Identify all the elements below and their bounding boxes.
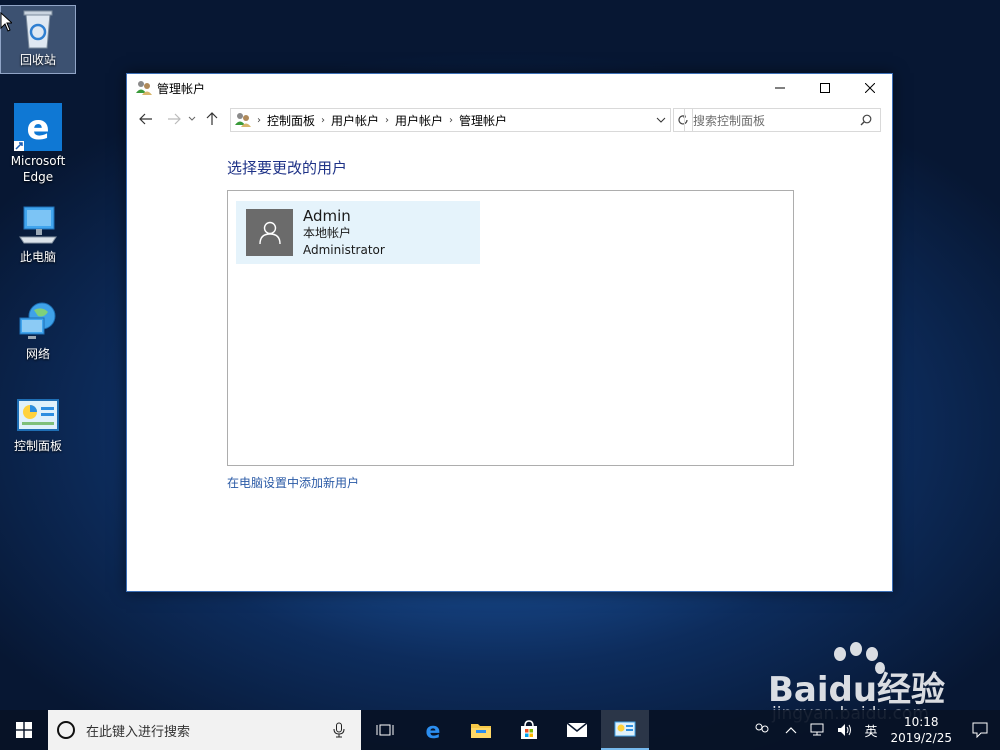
navigation-bar: › 控制面板 › 用户帐户 › 用户帐户 › 管理帐户 搜索控制面板 — [127, 102, 892, 136]
avatar — [246, 209, 293, 256]
network-status-icon[interactable] — [809, 723, 825, 737]
address-bar[interactable]: › 控制面板 › 用户帐户 › 用户帐户 › 管理帐户 — [230, 108, 671, 132]
back-arrow-icon — [139, 113, 152, 125]
maximize-icon — [819, 83, 830, 93]
store-icon — [521, 720, 537, 739]
desktop-icon-control-panel[interactable]: 控制面板 — [0, 398, 76, 454]
notification-icon — [972, 722, 988, 738]
breadcrumb-manage-accounts[interactable]: 管理帐户 — [459, 112, 507, 129]
breadcrumb-separator-icon[interactable]: › — [449, 115, 453, 126]
breadcrumb-user-accounts-2[interactable]: 用户帐户 — [395, 112, 443, 129]
user-list: Admin 本地帐户 Administrator — [227, 190, 794, 466]
forward-arrow-icon — [168, 113, 181, 125]
minimize-button[interactable] — [757, 74, 802, 102]
system-tray: 英 10:18 2019/2/25 — [753, 710, 1000, 750]
search-icon[interactable] — [860, 114, 872, 126]
taskbar-store[interactable] — [505, 710, 553, 750]
chevron-down-icon — [656, 117, 666, 123]
window-title: 管理帐户 — [157, 81, 206, 96]
back-button[interactable] — [135, 108, 157, 130]
action-center-button[interactable] — [960, 710, 1000, 750]
desktop-icon-edge[interactable]: e Microsoft Edge — [0, 103, 76, 185]
volume-icon[interactable] — [837, 723, 853, 737]
user-icon — [258, 221, 281, 244]
desktop-icon-network[interactable]: 网络 — [0, 300, 76, 362]
desktop-icon-label: Microsoft Edge — [10, 154, 66, 184]
chevron-down-icon — [188, 116, 196, 121]
desktop-icon-label: 网络 — [25, 347, 50, 361]
minimize-icon — [774, 87, 785, 89]
search-box[interactable]: 搜索控制面板 — [684, 108, 881, 132]
computer-icon — [19, 206, 57, 244]
edge-icon: e — [14, 103, 62, 151]
cortana-icon — [57, 721, 75, 739]
clock[interactable]: 10:18 2019/2/25 — [890, 714, 952, 746]
show-hidden-icons-icon[interactable] — [785, 726, 797, 734]
up-arrow-icon — [206, 112, 218, 125]
close-icon — [864, 83, 875, 93]
users-icon — [136, 81, 152, 95]
breadcrumb-separator-icon[interactable]: › — [385, 115, 389, 126]
account-role: Administrator — [303, 243, 385, 257]
microphone-icon[interactable] — [333, 722, 345, 738]
close-button[interactable] — [847, 74, 892, 102]
control-panel-icon — [614, 721, 636, 737]
taskbar-control-panel[interactable] — [601, 710, 649, 750]
title-bar[interactable]: 管理帐户 — [127, 74, 892, 102]
address-dropdown-button[interactable] — [652, 109, 670, 131]
search-placeholder[interactable]: 搜索控制面板 — [693, 112, 860, 129]
recycle-bin-icon — [23, 10, 53, 49]
taskbar-file-explorer[interactable] — [457, 710, 505, 750]
breadcrumb-control-panel[interactable]: 控制面板 — [267, 112, 315, 129]
desktop-icon-label: 控制面板 — [13, 439, 62, 453]
user-name: Admin — [303, 207, 351, 225]
windows-logo-icon — [16, 722, 32, 738]
forward-button[interactable] — [163, 108, 185, 130]
recent-locations-button[interactable] — [185, 108, 199, 130]
people-icon[interactable] — [753, 722, 771, 738]
ime-indicator[interactable]: 英 — [864, 721, 877, 740]
page-heading: 选择要更改的用户 — [227, 159, 348, 177]
user-card-admin[interactable]: Admin 本地帐户 Administrator — [236, 201, 480, 264]
desktop-icon-label: 回收站 — [19, 53, 56, 67]
breadcrumb-user-accounts[interactable]: 用户帐户 — [331, 112, 379, 129]
svg-text:e: e — [26, 108, 49, 148]
taskbar-mail[interactable] — [553, 710, 601, 750]
up-button[interactable] — [201, 108, 223, 130]
start-button[interactable] — [0, 710, 48, 750]
add-user-link[interactable]: 在电脑设置中添加新用户 — [227, 474, 359, 491]
folder-icon — [471, 724, 491, 738]
control-panel-icon — [17, 399, 59, 431]
mail-icon — [566, 722, 588, 737]
taskbar-search-box[interactable]: 在此键入进行搜索 — [48, 710, 361, 750]
account-type: 本地帐户 — [303, 226, 352, 240]
task-view-button[interactable] — [361, 710, 409, 750]
clock-date: 2019/2/25 — [890, 731, 952, 745]
users-icon — [235, 113, 251, 127]
desktop-icon-label: 此电脑 — [19, 250, 56, 264]
network-icon — [19, 302, 56, 339]
taskbar-edge[interactable]: e — [409, 710, 457, 750]
svg-text:e: e — [426, 719, 441, 741]
manage-accounts-window: 管理帐户 › 控制面板 › 用户帐户 › 用户帐户 › 管理帐户 搜索控制面板 … — [126, 73, 893, 592]
breadcrumb-separator-icon[interactable]: › — [321, 115, 325, 126]
taskbar: 在此键入进行搜索 e 英 10:18 2019/2/25 — [0, 710, 1000, 750]
desktop-icon-this-pc[interactable]: 此电脑 — [0, 203, 76, 265]
edge-icon: e — [426, 719, 441, 741]
maximize-button[interactable] — [802, 74, 847, 102]
task-view-icon — [376, 724, 394, 736]
mouse-cursor-icon — [0, 12, 12, 32]
taskbar-search-placeholder[interactable]: 在此键入进行搜索 — [86, 721, 333, 740]
clock-time: 10:18 — [903, 715, 939, 729]
breadcrumb-separator-icon: › — [257, 114, 261, 126]
